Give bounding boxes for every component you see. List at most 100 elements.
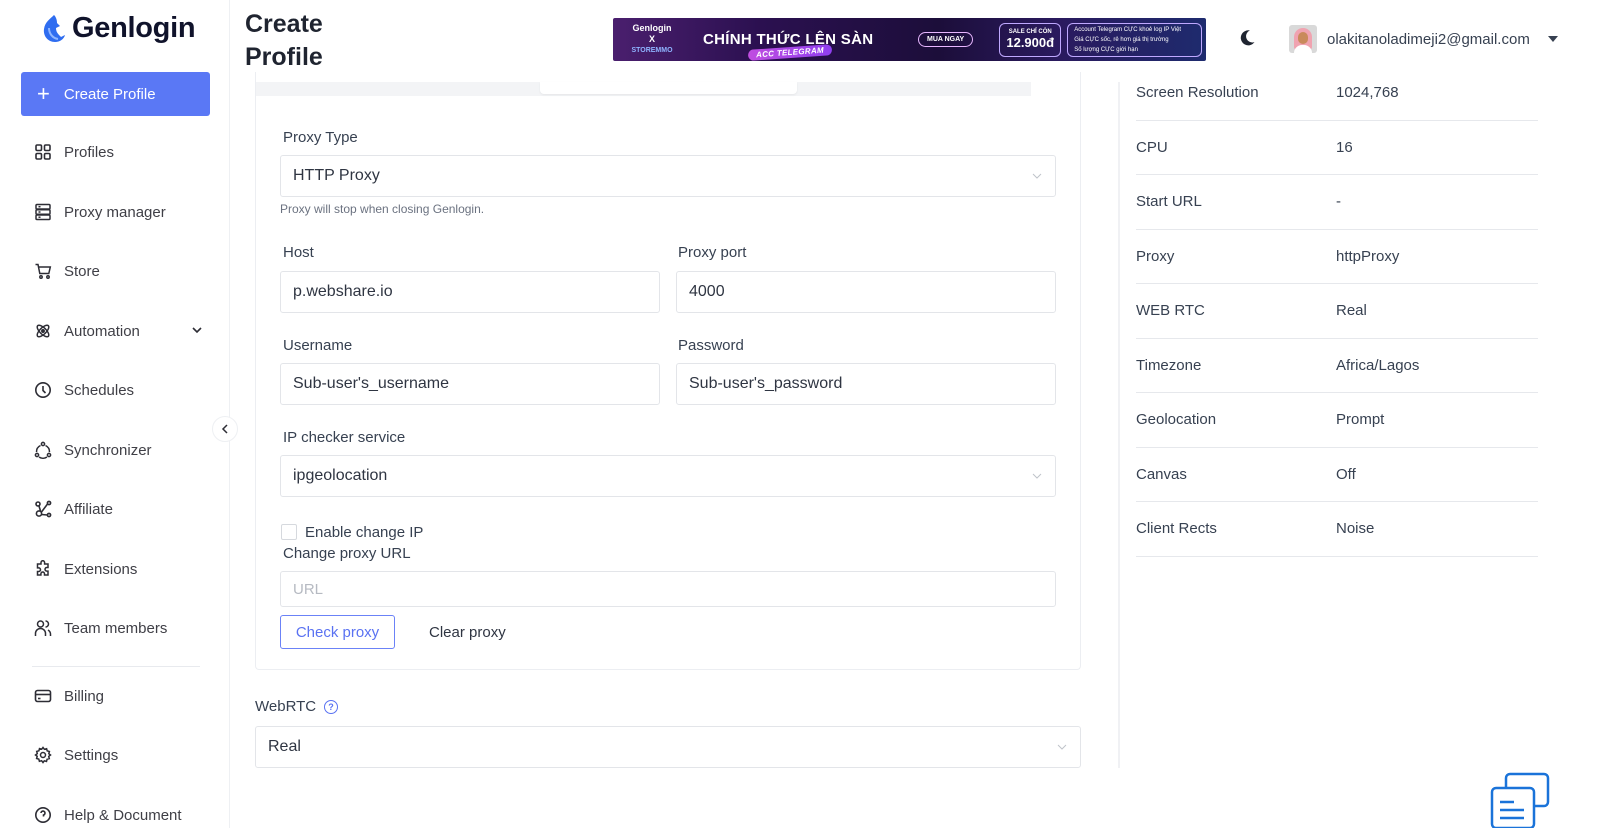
grid-icon [35, 144, 51, 160]
summary-row: Client Rects Noise [1136, 502, 1538, 557]
sidebar-item-affiliate[interactable]: Affiliate [34, 494, 204, 524]
banner-brand: Genlogin X STOREMMO [613, 23, 691, 56]
banner-feature: Account Telegram CỰC khoẻ log IP Việt [1074, 26, 1182, 33]
sidebar-item-label: Synchronizer [64, 441, 152, 459]
promo-banner[interactable]: Genlogin X STOREMMO CHÍNH THỨC LÊN SÀN A… [613, 18, 1206, 61]
banner-brand-x: X [648, 34, 655, 44]
summary-row: Timezone Africa/Lagos [1136, 339, 1538, 393]
chevron-down-icon[interactable] [190, 323, 204, 337]
sidebar-item-help-document[interactable]: Help & Document [34, 800, 204, 828]
banner-headline-text: CHÍNH THỨC LÊN SÀN [703, 31, 874, 48]
password-input[interactable]: Sub-user's_password [676, 363, 1056, 405]
sidebar-item-label: Automation [64, 322, 140, 340]
summary-divider [1118, 82, 1120, 768]
sidebar-item-automation[interactable]: Automation [34, 316, 204, 346]
create-profile-form: Proxy Type HTTP Proxy Proxy will stop wh… [231, 72, 1116, 828]
atom-icon [36, 324, 50, 338]
collapse-sidebar-button[interactable] [212, 416, 238, 442]
webrtc-value: Real [268, 738, 301, 755]
sidebar-divider [32, 666, 200, 667]
change-proxy-url-label: Change proxy URL [283, 545, 411, 562]
sidebar-item-label: Extensions [64, 560, 138, 578]
username-value: Sub-user's_username [293, 375, 450, 392]
dark-mode-toggle-icon[interactable] [1237, 28, 1257, 48]
ip-checker-label: IP checker service [283, 429, 406, 446]
brand-name: Genlogin [72, 12, 196, 44]
ip-checker-select[interactable]: ipgeolocation [280, 455, 1056, 497]
summary-key: Proxy [1136, 247, 1175, 265]
user-menu[interactable]: olakitanoladimeji2@gmail.com [1289, 25, 1558, 53]
page-title-line2: Profile [245, 43, 323, 71]
sidebar-item-label: Store [64, 262, 100, 280]
sidebar-item-label: Affiliate [64, 500, 113, 518]
webrtc-select[interactable]: Real [255, 726, 1081, 768]
webrtc-label: WebRTC [255, 698, 317, 715]
summary-row: Proxy httpProxy [1136, 230, 1538, 284]
affiliate-icon [35, 500, 52, 518]
enable-change-ip-checkbox[interactable] [281, 524, 297, 540]
clear-proxy-button[interactable]: Clear proxy [429, 615, 506, 649]
check-proxy-button[interactable]: Check proxy [280, 615, 395, 649]
banner-sale: SALE CHỈ CÒN 12.900đ [999, 22, 1062, 57]
proxy-port-value: 4000 [689, 283, 725, 300]
chevron-left-icon [221, 424, 228, 434]
banner-feature: Giá CỰC sốc, rẻ hơn giá thị trường [1074, 36, 1169, 43]
summary-row: CPU 16 [1136, 121, 1538, 175]
summary-value: Real [1336, 302, 1367, 320]
summary-key: WEB RTC [1136, 302, 1205, 320]
chat-support-icon[interactable] [1490, 772, 1550, 828]
summary-key: Timezone [1136, 356, 1202, 374]
banner-brand-top: Genlogin [632, 23, 672, 33]
sidebar-item-team-members[interactable]: Team members [34, 613, 204, 643]
summary-key: Canvas [1136, 465, 1187, 483]
webrtc-help-icon[interactable]: ? [324, 700, 338, 714]
plus-icon: + [37, 81, 50, 106]
proxy-tab-active[interactable] [540, 82, 797, 94]
chevron-down-icon [1057, 744, 1067, 750]
gear-icon [34, 746, 52, 764]
summary-key: Client Rects [1136, 520, 1217, 538]
sidebar-item-label: Schedules [64, 381, 135, 399]
summary-key: Geolocation [1136, 411, 1217, 429]
proxy-type-label: Proxy Type [283, 129, 358, 146]
change-proxy-url-input[interactable]: URL [280, 571, 1056, 607]
proxy-type-hint: Proxy will stop when closing Genlogin. [280, 202, 485, 216]
sidebar-item-store[interactable]: Store [34, 256, 204, 286]
genlogin-logo-icon [43, 14, 65, 42]
summary-row: Geolocation Prompt [1136, 393, 1538, 448]
change-proxy-url-placeholder: URL [293, 580, 324, 598]
proxy-tab-strip [256, 82, 1031, 96]
proxy-port-label: Proxy port [678, 244, 747, 261]
sidebar-item-label: Team members [64, 619, 168, 637]
banner-sale-price: 12.900đ [1006, 35, 1055, 50]
ip-checker-value: ipgeolocation [293, 467, 388, 484]
proxy-port-input[interactable]: 4000 [676, 271, 1056, 313]
enable-change-ip-label[interactable]: Enable change IP [305, 524, 423, 541]
profile-summary: Screen Resolution 1024,768 CPU 16 Start UR… [1136, 66, 1538, 557]
summary-row: Screen Resolution 1024,768 [1136, 66, 1538, 121]
sidebar-item-profiles[interactable]: Profiles [34, 137, 204, 167]
username-input[interactable]: Sub-user's_username [280, 363, 660, 405]
banner-headline: CHÍNH THỨC LÊN SÀN ACC TELEGRAM [703, 31, 893, 61]
sidebar-item-label: Settings [64, 746, 119, 764]
create-profile-button[interactable]: + Create Profile [21, 72, 210, 116]
sidebar-item-schedules[interactable]: Schedules [34, 375, 204, 405]
card-icon [34, 689, 52, 703]
sidebar-item-extensions[interactable]: Extensions [34, 554, 204, 584]
password-value: Sub-user's_password [689, 375, 843, 392]
sidebar-item-proxy-manager[interactable]: Proxy manager [34, 197, 204, 227]
password-label: Password [678, 337, 744, 354]
sidebar-item-label: Profiles [64, 143, 115, 161]
sidebar-item-billing[interactable]: Billing [34, 681, 204, 711]
logo[interactable]: Genlogin [40, 12, 196, 45]
host-label: Host [283, 244, 314, 261]
summary-value: Noise [1336, 520, 1375, 538]
proxy-type-value: HTTP Proxy [293, 167, 380, 184]
sidebar-item-synchronizer[interactable]: Synchronizer [34, 435, 204, 465]
banner-buy-button[interactable]: MUA NGAY [918, 32, 974, 47]
host-input[interactable]: p.webshare.io [280, 271, 660, 313]
proxy-type-select[interactable]: HTTP Proxy [280, 155, 1056, 197]
sidebar-item-settings[interactable]: Settings [34, 740, 204, 770]
chevron-down-icon [1032, 173, 1042, 179]
avatar [1289, 25, 1317, 53]
